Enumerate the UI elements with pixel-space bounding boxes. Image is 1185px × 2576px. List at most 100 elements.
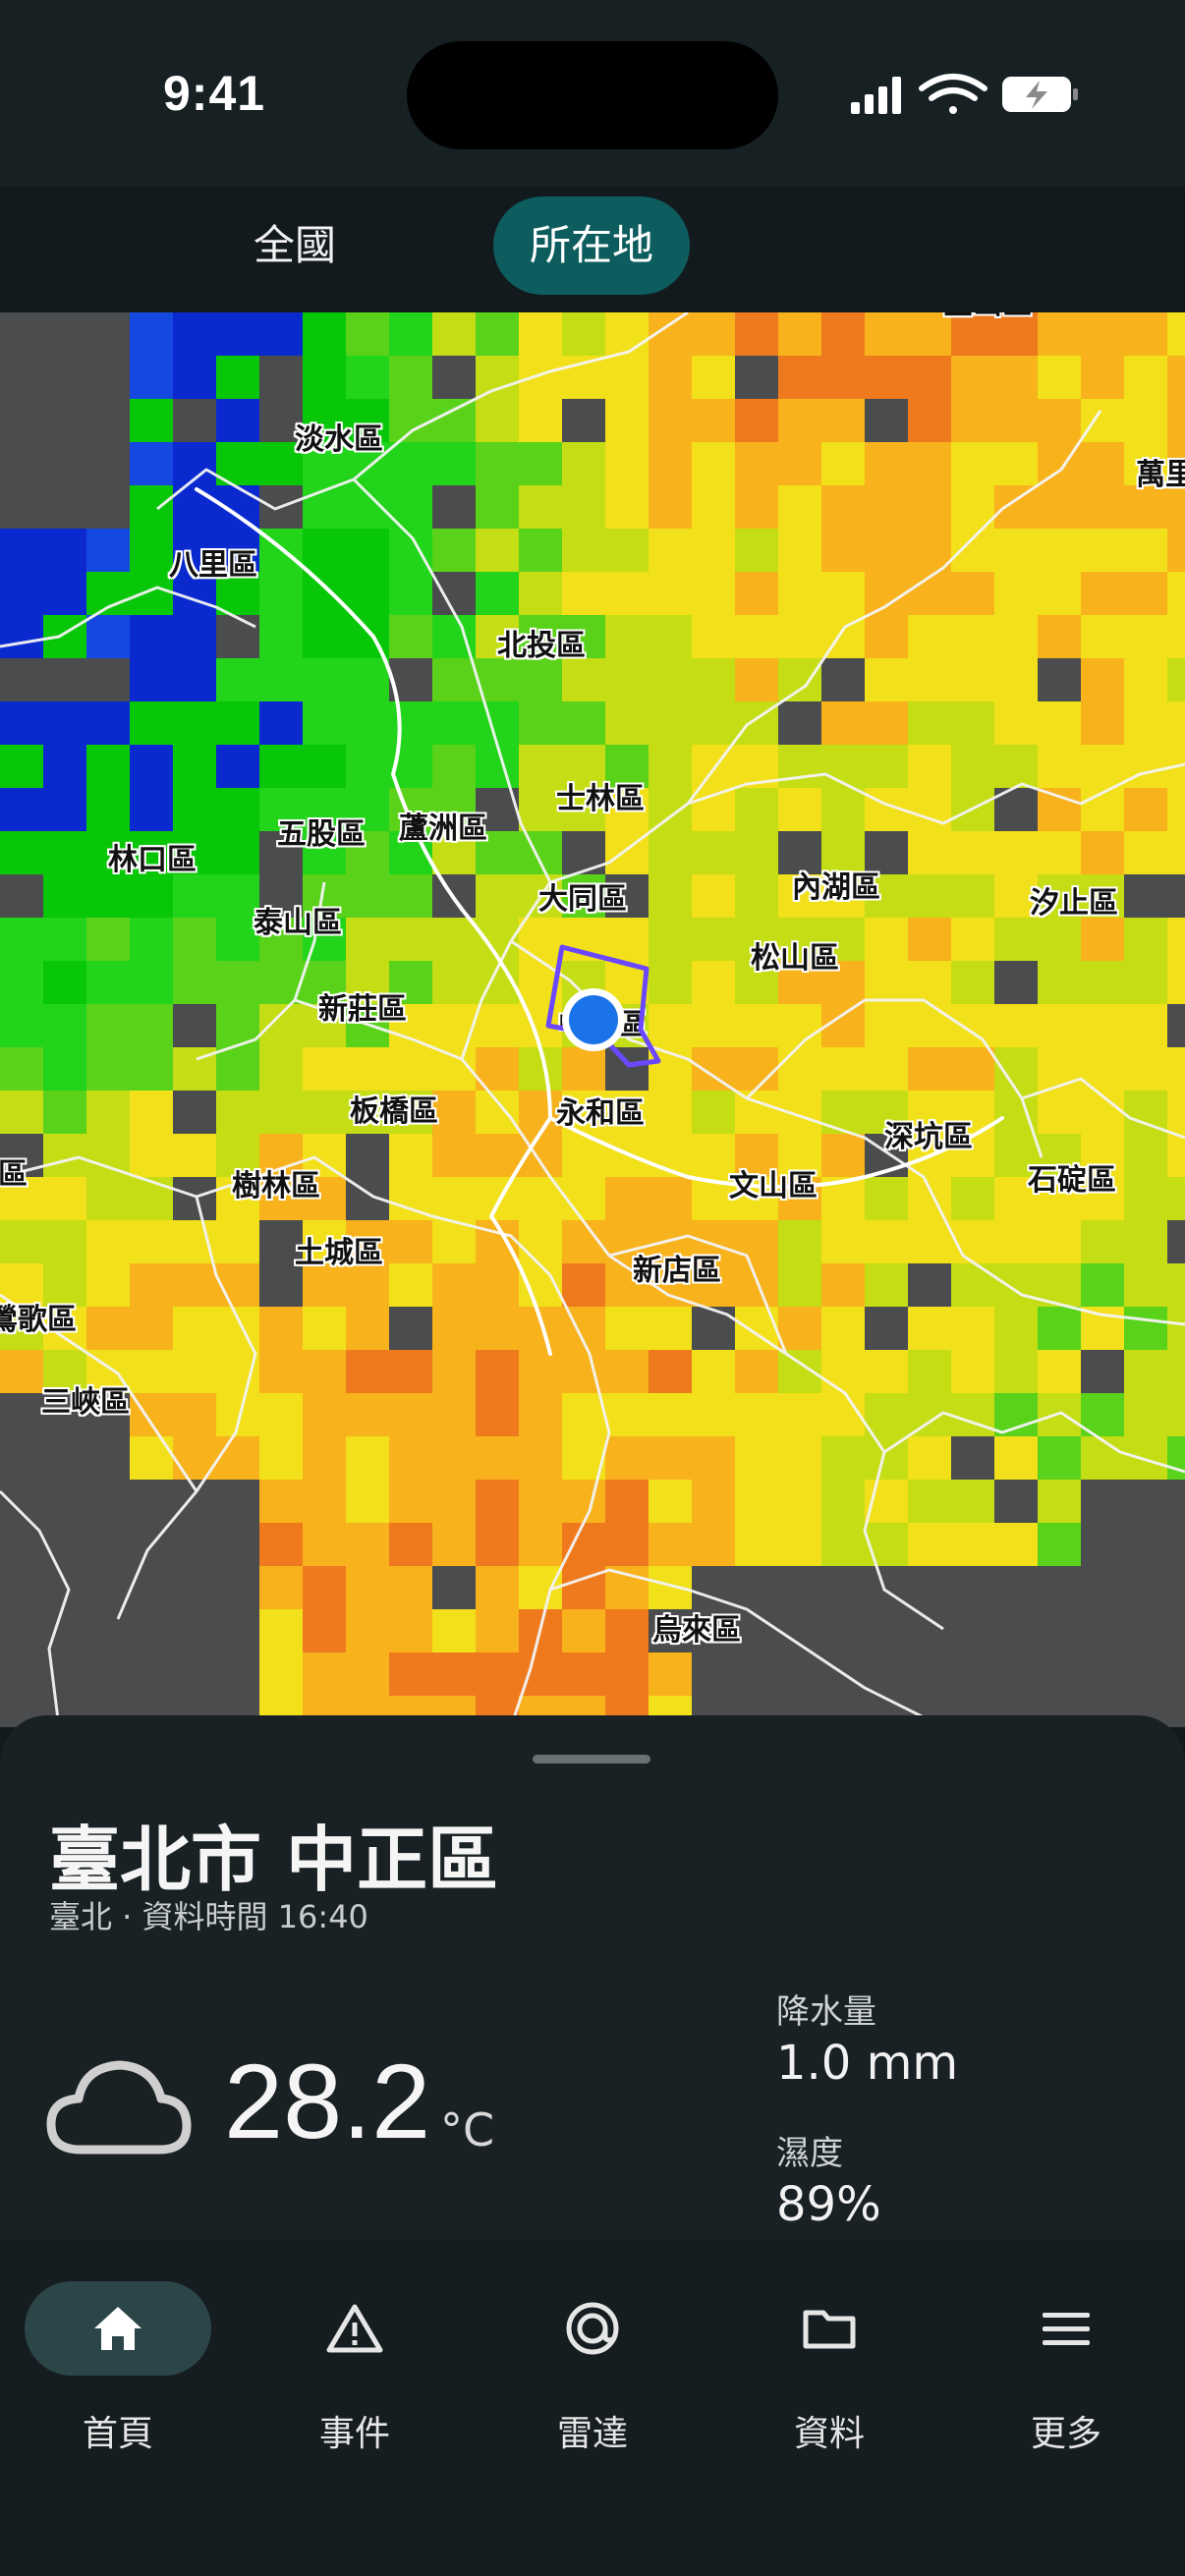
radar-cell — [649, 485, 692, 529]
radar-cell — [649, 1134, 692, 1177]
radar-cell — [130, 1091, 173, 1134]
radar-cell — [1124, 399, 1167, 442]
radar-cell — [519, 529, 562, 572]
radar-cell — [86, 1220, 130, 1263]
radar-cell — [994, 356, 1038, 399]
radar-cell — [1038, 788, 1081, 831]
radar-cell — [519, 1220, 562, 1263]
radar-cell — [476, 399, 519, 442]
radar-cell — [519, 1134, 562, 1177]
radar-cell — [1081, 1307, 1124, 1350]
radar-cell — [649, 312, 692, 356]
radar-cell — [216, 831, 259, 874]
radar-cell — [821, 615, 865, 658]
radar-cell — [130, 1134, 173, 1177]
radar-cell — [951, 615, 994, 658]
radar-cell — [735, 1091, 778, 1134]
radar-cell — [432, 1523, 476, 1566]
radar-cell — [994, 1350, 1038, 1393]
radar-cell — [173, 1263, 216, 1307]
radar-cell — [0, 1350, 43, 1393]
radar-cell — [389, 745, 432, 788]
radar-cell — [0, 1091, 43, 1134]
radar-cell — [605, 831, 649, 874]
radar-cell — [216, 1004, 259, 1047]
radar-cell — [0, 529, 43, 572]
radar-cell — [605, 572, 649, 615]
district-label: 蘆洲區 — [399, 812, 487, 846]
radar-cell — [303, 485, 346, 529]
radar-cell — [735, 485, 778, 529]
radar-cell — [605, 1307, 649, 1350]
radar-cell — [43, 701, 86, 745]
radar-cell — [259, 1609, 303, 1652]
radar-cell — [432, 658, 476, 701]
status-bar: 9:41 — [0, 0, 1185, 187]
radar-cell — [821, 745, 865, 788]
radar-cell — [519, 1350, 562, 1393]
radar-cell — [432, 1091, 476, 1134]
nav-radar[interactable]: 雷達 — [499, 2281, 686, 2458]
radar-cell — [692, 1047, 735, 1091]
radar-cell — [519, 831, 562, 874]
radar-cell — [908, 1523, 951, 1566]
radar-cell — [778, 442, 821, 485]
radar-cell — [1081, 745, 1124, 788]
radar-cell — [1167, 831, 1185, 874]
radar-cell — [649, 615, 692, 658]
radar-cell — [519, 658, 562, 701]
radar-cell — [865, 1393, 908, 1436]
tab-national[interactable]: 全國 — [216, 196, 373, 295]
radar-cell — [346, 485, 389, 529]
radar-cell — [1167, 1307, 1185, 1350]
nav-more[interactable]: 更多 — [973, 2281, 1159, 2458]
radar-map[interactable]: 金山區 淡水區 萬里 八里區 北投區 士林區 五股區 蘆洲區 林口區 大同區 內… — [0, 312, 1185, 1727]
radar-cell — [476, 1609, 519, 1652]
radar-cell — [1038, 1047, 1081, 1091]
district-label: 淡水區 — [295, 422, 383, 457]
radar-cell — [303, 529, 346, 572]
radar-cell — [519, 1393, 562, 1436]
nav-data[interactable]: 資料 — [736, 2281, 923, 2458]
radar-cell — [994, 1307, 1038, 1350]
radar-cell — [778, 1004, 821, 1047]
radar-cell — [778, 312, 821, 356]
radar-cell — [1081, 356, 1124, 399]
radar-cell — [649, 658, 692, 701]
radar-cell — [303, 572, 346, 615]
radar-cell — [562, 701, 605, 745]
district-label: 八里區 — [169, 548, 257, 583]
radar-cell — [821, 356, 865, 399]
radar-cell — [908, 1177, 951, 1220]
radar-cell — [476, 874, 519, 918]
tab-current-location[interactable]: 所在地 — [493, 196, 690, 295]
nav-home[interactable]: 首頁 — [25, 2281, 211, 2458]
location-summary-sheet[interactable]: 臺北市 中正區 臺北 · 資料時間 16:40 28.2 °C 降水量 1.0 … — [0, 1715, 1185, 2246]
radar-cell — [303, 658, 346, 701]
radar-cell — [951, 1523, 994, 1566]
radar-cell — [432, 701, 476, 745]
radar-cell — [216, 658, 259, 701]
radar-cell — [865, 1004, 908, 1047]
radar-cell — [778, 529, 821, 572]
radar-cell — [735, 1480, 778, 1523]
radar-cell — [303, 1609, 346, 1652]
current-location-marker[interactable] — [531, 941, 668, 1098]
folder-icon — [803, 2310, 856, 2349]
radar-cell — [865, 442, 908, 485]
radar-cell — [1038, 1307, 1081, 1350]
radar-cell — [216, 1307, 259, 1350]
radar-cell — [303, 1307, 346, 1350]
radar-cell — [1081, 831, 1124, 874]
radar-cell — [432, 1134, 476, 1177]
radar-cell — [951, 399, 994, 442]
humidity-value: 89% — [776, 2177, 881, 2232]
location-subtitle: 臺北 · 資料時間 16:40 — [49, 1898, 368, 1935]
nav-events[interactable]: 事件 — [261, 2281, 448, 2458]
radar-cell — [0, 701, 43, 745]
radar-cell — [1124, 1134, 1167, 1177]
radar-cell — [216, 1350, 259, 1393]
sheet-drag-handle[interactable] — [533, 1755, 650, 1764]
radar-cell — [216, 1091, 259, 1134]
radar-cell — [303, 1091, 346, 1134]
